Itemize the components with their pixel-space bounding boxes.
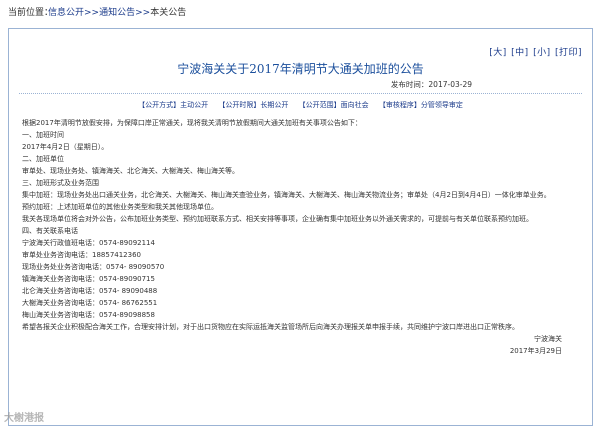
publish-time: 发布时间：2017-03-29: [390, 80, 472, 89]
watermark-logo: 大榭港报: [4, 413, 44, 424]
info-item-scope: 【公开范围】面向社会: [298, 101, 369, 109]
breadcrumb-current: 本关公告: [150, 8, 187, 18]
info-item-duration: 【公开时限】长期公开: [218, 101, 289, 109]
info-bar: 【公开方式】主动公开 【公开时限】长期公开 【公开范围】面向社会 【审核程序】分…: [9, 100, 592, 110]
body-para: 三、加班形式及业务范围: [22, 179, 99, 187]
body-para: 集中加班：现场业务处出口通关业务，北仑海关、大榭海关、梅山海关查验业务，镇海海关…: [22, 191, 551, 199]
body-para: 四、有关联系电话: [22, 227, 78, 235]
breadcrumb-item-info[interactable]: 信息公开: [48, 8, 84, 18]
body-para: 我关各现场单位将会对外公告，公布加班业务类型、预约加班联系方式、相关安排等事项，…: [22, 215, 533, 223]
body-para: 预约加班：上述加班单位的其他业务类型和我关其他现场单位。: [22, 203, 218, 211]
phone-line: 北仑海关业务咨询电话：0574- 89090488: [22, 287, 158, 295]
phone-line: 宁波海关行政值班电话：0574-89092114: [22, 239, 155, 247]
signature-org: 宁波海关: [534, 335, 562, 343]
breadcrumb: 信息公开>>通知公告>>本关公告: [48, 0, 186, 26]
phone-line: 梅山海关业务咨询电话：0574-89098858: [22, 311, 155, 319]
body-para: 希望各报关企业积极配合海关工作，合理安排计划，对于出口货物应在实际运抵海关监管场…: [22, 323, 519, 331]
article-body: 根据2017年清明节放假安排，为保障口岸正常通关，现将我关清明节放假期间大通关加…: [22, 117, 582, 357]
phone-line: 镇海海关业务咨询电话：0574-89090715: [22, 275, 155, 283]
article-panel: [大] [中] [小] [打印] 宁波海关关于2017年清明节大通关加班的公告 …: [8, 28, 593, 426]
phone-line: 现场业务处业务咨询电话：0574- 89090570: [22, 263, 165, 271]
article-title: 宁波海关关于2017年清明节大通关加班的公告: [177, 62, 424, 76]
phone-line: 审单处业务咨询电话：18857412360: [22, 251, 141, 259]
font-medium-button[interactable]: [中]: [511, 48, 529, 58]
divider: [19, 93, 582, 94]
breadcrumb-sep: >>: [84, 8, 100, 18]
top-bar: 当前位置： 信息公开>>通知公告>>本关公告: [0, 0, 600, 26]
breadcrumb-label: 当前位置：: [8, 8, 54, 18]
print-button[interactable]: [打印]: [555, 48, 582, 58]
body-para: 审单处、现场业务处、镇海海关、北仑海关、大榭海关、梅山海关等。: [22, 167, 239, 175]
info-item-review: 【审核程序】分管领导审定: [378, 101, 463, 109]
signature-date: 2017年3月29日: [509, 347, 562, 355]
body-para: 根据2017年清明节放假安排，为保障口岸正常通关，现将我关清明节放假期间大通关加…: [22, 119, 362, 127]
info-item-method: 【公开方式】主动公开: [138, 101, 209, 109]
breadcrumb-sep: >>: [135, 8, 151, 18]
phone-line: 大榭海关业务咨询电话：0574- 86762551: [22, 299, 158, 307]
body-para: 二、加班单位: [22, 155, 64, 163]
breadcrumb-item-notice[interactable]: 通知公告: [99, 8, 135, 18]
body-para: 一、加班时间: [22, 131, 64, 139]
font-small-button[interactable]: [小]: [533, 48, 551, 58]
font-size-controls: [大] [中] [小] [打印]: [488, 45, 582, 58]
font-large-button[interactable]: [大]: [489, 48, 507, 58]
body-para: 2017年4月2日（星期日）。: [22, 143, 109, 151]
